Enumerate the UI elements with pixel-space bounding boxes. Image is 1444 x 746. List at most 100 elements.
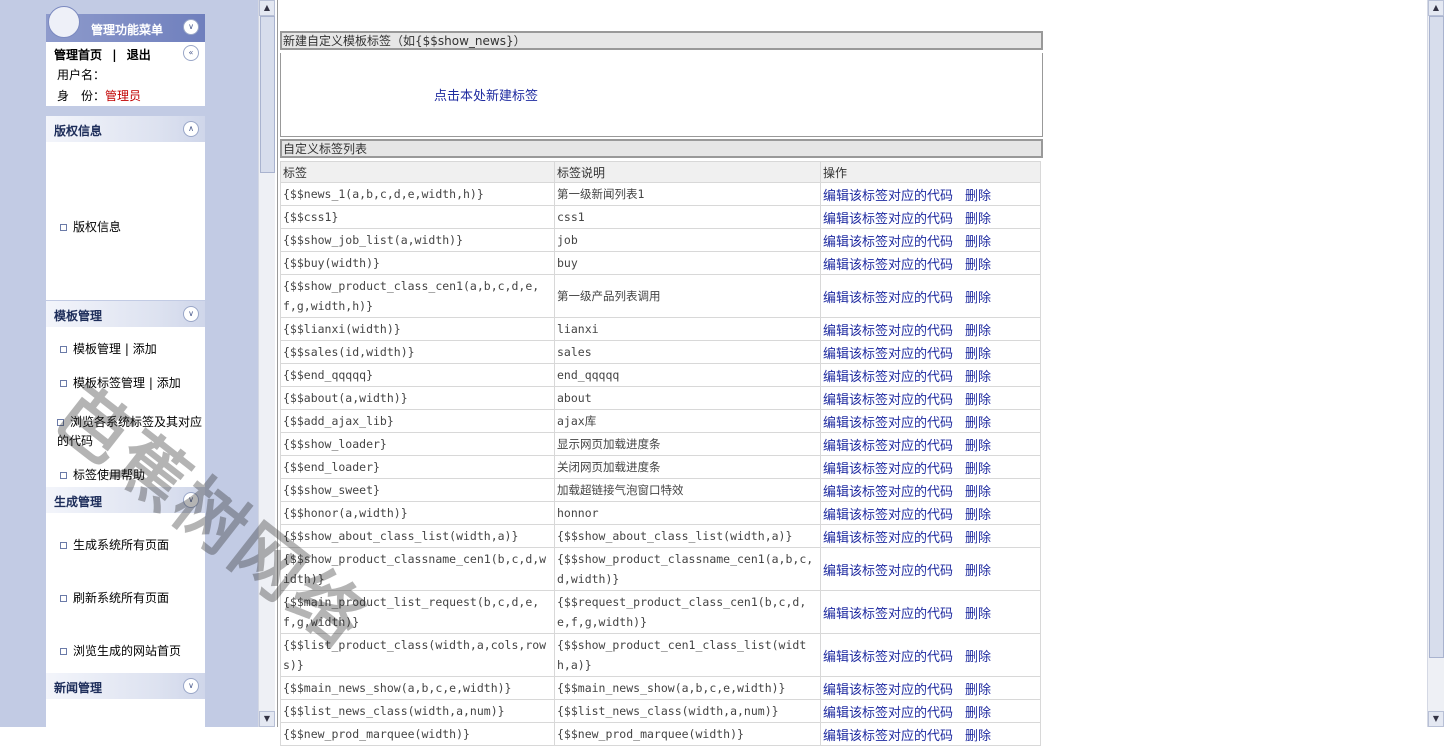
action-cell: 编辑该标签对应的代码 删除 [820,182,1041,206]
delete-link[interactable]: 删除 [965,291,991,306]
collapse-all-icon[interactable]: ∨ [183,19,199,35]
action-cell: 编辑该标签对应的代码 删除 [820,547,1041,591]
delete-link[interactable]: 删除 [965,462,991,477]
section-generate-body: 生成系统所有页面 刷新系统所有页面 浏览生成的网站首页 [46,513,205,673]
edit-code-link[interactable]: 编辑该标签对应的代码 [823,212,953,227]
delete-link[interactable]: 删除 [965,258,991,273]
delete-link[interactable]: 删除 [965,531,991,546]
section-template-header[interactable]: 模板管理 ∨ [46,301,205,327]
left-scrollbar[interactable]: ▲ ▼ [258,0,275,727]
expand-icon[interactable]: ∨ [183,306,199,322]
table-row: {$$show_job_list(a,width)} job 编辑该标签对应的代码删… [280,228,1041,252]
edit-code-link[interactable]: 编辑该标签对应的代码 [823,258,953,273]
edit-code-link[interactable]: 编辑该标签对应的代码 [823,439,953,454]
action-cell: 编辑该标签对应的代码 删除 [820,722,1041,746]
edit-code-link[interactable]: 编辑该标签对应的代码 [823,531,953,546]
tag-cell: {$$list_product_class(width,a,cols,rows)… [280,633,555,677]
home-link[interactable]: 管理首页 [54,48,102,62]
tag-cell: {$$end_loader} [280,455,555,479]
delete-link[interactable]: 删除 [965,508,991,523]
description-cell: job [554,228,821,252]
menu-item-copyright[interactable]: 版权信息 [60,218,121,237]
delete-link[interactable]: 删除 [965,393,991,408]
table-row: {$$new_prod_marquee(width)} {$$new_prod_m… [280,722,1041,746]
delete-link[interactable]: 删除 [965,485,991,500]
edit-code-link[interactable]: 编辑该标签对应的代码 [823,706,953,721]
edit-code-link[interactable]: 编辑该标签对应的代码 [823,235,953,250]
identity-value: 管理员 [105,89,142,103]
edit-code-link[interactable]: 编辑该标签对应的代码 [823,485,953,500]
edit-code-link[interactable]: 编辑该标签对应的代码 [823,347,953,362]
delete-link[interactable]: 删除 [965,650,991,665]
new-tag-box: 点击本处新建标签 [280,53,1043,137]
table-row: {$$about(a,width)} about 编辑该标签对应的代码 删除 [280,386,1041,410]
edit-code-link[interactable]: 编辑该标签对应的代码 [823,729,953,744]
collapse-icon[interactable]: ∧ [183,121,199,137]
tag-cell: {$$main_news_show(a,b,c,e,width)} [280,676,555,700]
menu-item-browse-home[interactable]: 浏览生成的网站首页 [60,642,181,661]
logout-link[interactable]: 退出 [127,48,151,62]
description-cell: 显示网页加载进度条 [554,432,821,456]
description-cell: {$$show_product_cen1_class_list(width,a)… [554,633,821,677]
edit-code-link[interactable]: 编辑该标签对应的代码 [823,393,953,408]
main-scrollbar[interactable]: ▲ ▼ [1427,0,1444,727]
table-row: {$$news_1(a,b,c,d,e,width,h)} 第一级新闻列表1 编辑该… [280,182,1041,206]
menu-item-template-tags[interactable]: 模板标签管理 | 添加 [60,374,181,393]
scroll-up-icon[interactable]: ▲ [1428,0,1444,16]
edit-code-link[interactable]: 编辑该标签对应的代码 [823,564,953,579]
new-tag-link[interactable]: 点击本处新建标签 [434,85,538,104]
edit-code-link[interactable]: 编辑该标签对应的代码 [823,607,953,622]
description-cell: about [554,386,821,410]
description-cell: {$$show_about_class_list(width,a)} [554,524,821,548]
description-cell: 第一级新闻列表1 [554,182,821,206]
table-header-row: 标签 标签说明 操作 [280,161,1041,183]
delete-link[interactable]: 删除 [965,564,991,579]
edit-code-link[interactable]: 编辑该标签对应的代码 [823,324,953,339]
column-header: 操作 [820,161,1041,183]
edit-code-link[interactable]: 编辑该标签对应的代码 [823,370,953,385]
scroll-down-icon[interactable]: ▼ [1428,711,1444,727]
delete-link[interactable]: 删除 [965,706,991,721]
tag-cell: {$$honor(a,width)} [280,501,555,525]
delete-link[interactable]: 删除 [965,439,991,454]
scroll-down-icon[interactable]: ▼ [259,711,275,727]
scroll-thumb[interactable] [1429,16,1444,658]
description-cell: 关闭网页加载进度条 [554,455,821,479]
edit-code-link[interactable]: 编辑该标签对应的代码 [823,650,953,665]
menu-item-generate-all[interactable]: 生成系统所有页面 [60,536,169,555]
edit-code-link[interactable]: 编辑该标签对应的代码 [823,291,953,306]
edit-code-link[interactable]: 编辑该标签对应的代码 [823,508,953,523]
username-label: 用户名： [57,68,106,82]
delete-link[interactable]: 删除 [965,416,991,431]
column-header: 标签说明 [554,161,821,183]
delete-link[interactable]: 删除 [965,729,991,744]
section-generate-header[interactable]: 生成管理 ∨ [46,487,205,513]
edit-code-link[interactable]: 编辑该标签对应的代码 [823,189,953,204]
edit-code-link[interactable]: 编辑该标签对应的代码 [823,683,953,698]
delete-link[interactable]: 删除 [965,347,991,362]
edit-code-link[interactable]: 编辑该标签对应的代码 [823,462,953,477]
menu-item-template-manage[interactable]: 模板管理 | 添加 [60,340,157,359]
menu-item-refresh-all[interactable]: 刷新系统所有页面 [60,589,169,608]
section-news-header[interactable]: 新闻管理 ∨ [46,673,205,699]
action-cell: 编辑该标签对应的代码 删除 [820,501,1041,525]
table-row: {$$end_qqqqq} end_qqqqq 编辑该标签对应的代码 删除 [280,363,1041,387]
menu-item-tag-help[interactable]: 标签使用帮助 [60,466,145,485]
delete-link[interactable]: 删除 [965,189,991,204]
expand-icon[interactable]: ∨ [183,678,199,694]
delete-link[interactable]: 删除 [965,235,991,250]
delete-link[interactable]: 删除 [965,607,991,622]
delete-link[interactable]: 删除 [965,212,991,227]
delete-link[interactable]: 删除 [965,324,991,339]
expand-icon[interactable]: ∨ [183,492,199,508]
edit-code-link[interactable]: 编辑该标签对应的代码 [823,416,953,431]
tag-cell: {$$show_loader} [280,432,555,456]
scroll-thumb[interactable] [260,16,275,173]
section-copyright-header[interactable]: 版权信息 ∧ [46,116,205,142]
table-row: {$$honor(a,width)} honnor 编辑该标签对应的代码 删除 [280,501,1041,525]
scroll-up-icon[interactable]: ▲ [259,0,275,16]
hide-menu-icon[interactable]: « [183,45,199,61]
delete-link[interactable]: 删除 [965,370,991,385]
menu-item-browse-tags[interactable]: 浏览各系统标签及其对应的代码 [57,413,202,451]
delete-link[interactable]: 删除 [965,683,991,698]
